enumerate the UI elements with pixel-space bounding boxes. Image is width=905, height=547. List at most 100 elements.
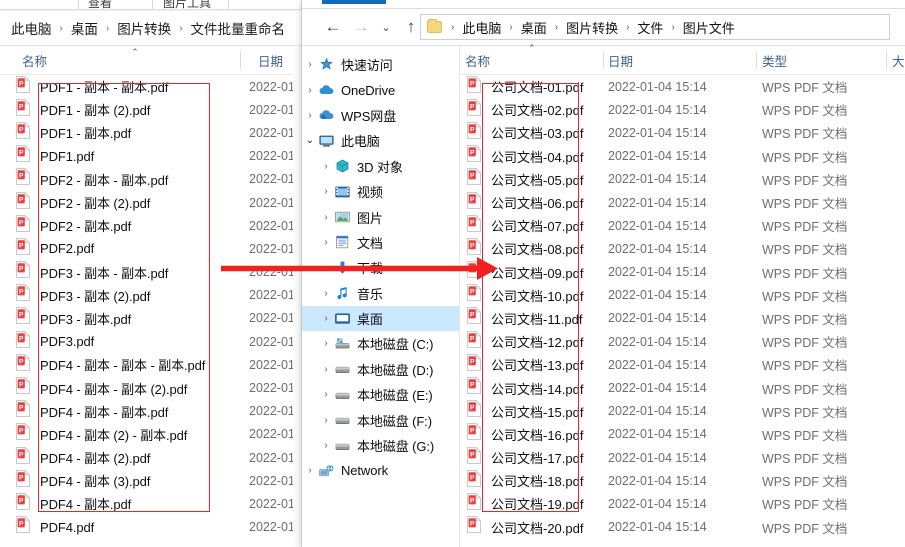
table-row[interactable]: P 公司文档-11.pdf 2022-01-04 15:14 WPS PDF 文档: [460, 307, 905, 330]
table-row[interactable]: P PDF4 - 副本 (3).pdf 2022-01: [0, 469, 302, 492]
chevron-right-icon[interactable]: ›: [302, 85, 318, 96]
left-column-divider[interactable]: [240, 51, 241, 69]
table-row[interactable]: P 公司文档-04.pdf 2022-01-04 15:14 WPS PDF 文档: [460, 144, 905, 168]
sidebar-item-i5[interactable]: › 视频: [302, 179, 460, 204]
table-row[interactable]: P PDF1 - 副本 - 副本.pdf 2022-01: [0, 75, 302, 98]
table-row[interactable]: P 公司文档-17.pdf 2022-01-04 15:14 WPS PDF 文档: [460, 446, 905, 469]
table-row[interactable]: P 公司文档-05.pdf 2022-01-04 15:14 WPS PDF 文档: [460, 167, 905, 191]
active-tab-accent[interactable]: [322, 0, 386, 4]
table-row[interactable]: P PDF1.pdf 2022-01: [0, 144, 302, 168]
table-row[interactable]: P PDF4 - 副本 - 副本 (2).pdf 2022-01: [0, 376, 302, 399]
sidebar-item-i6[interactable]: › 图片: [302, 204, 460, 229]
chevron-down-icon[interactable]: ⌄: [302, 135, 318, 146]
table-row[interactable]: P PDF2 - 副本 - 副本.pdf 2022-01: [0, 167, 302, 191]
right-column-divider-3[interactable]: [886, 51, 887, 69]
table-row[interactable]: P PDF3 - 副本 (2).pdf 2022-01: [0, 283, 302, 307]
table-row[interactable]: P PDF3.pdf 2022-01: [0, 330, 302, 353]
chevron-right-icon[interactable]: ›: [318, 364, 334, 375]
table-row[interactable]: P PDF4 - 副本 (2).pdf 2022-01: [0, 446, 302, 469]
table-row[interactable]: P 公司文档-14.pdf 2022-01-04 15:14 WPS PDF 文档: [460, 376, 905, 399]
left-breadcrumb-item-3[interactable]: 文件批量重命名: [190, 18, 287, 38]
chevron-right-icon[interactable]: ›: [318, 186, 334, 197]
chevron-right-icon[interactable]: ›: [318, 288, 334, 299]
back-icon[interactable]: ←: [320, 14, 346, 40]
left-breadcrumb-item-1[interactable]: 桌面: [70, 18, 99, 38]
sidebar-item-f[interactable]: › 本地磁盘 (F:): [302, 407, 460, 432]
table-row[interactable]: P 公司文档-10.pdf 2022-01-04 15:14 WPS PDF 文档: [460, 283, 905, 307]
table-row[interactable]: P 公司文档-20.pdf 2022-01-04 15:14 WPS PDF 文档: [460, 515, 905, 539]
table-row[interactable]: P 公司文档-15.pdf 2022-01-04 15:14 WPS PDF 文档: [460, 399, 905, 423]
table-row[interactable]: P PDF2 - 副本 (2).pdf 2022-01: [0, 191, 302, 214]
table-row[interactable]: P PDF3 - 副本 - 副本.pdf 2022-01: [0, 260, 302, 284]
right-breadcrumb-item-0[interactable]: 此电脑: [461, 18, 502, 37]
sidebar-item-g[interactable]: › 本地磁盘 (G:): [302, 433, 460, 458]
table-row[interactable]: P 公司文档-12.pdf 2022-01-04 15:14 WPS PDF 文档: [460, 330, 905, 353]
left-column-header-date[interactable]: 日期: [248, 46, 283, 74]
table-row[interactable]: P PDF4 - 副本 - 副本 - 副本.pdf 2022-01: [0, 353, 302, 376]
right-breadcrumb-item-1[interactable]: 桌面: [520, 18, 548, 37]
table-row[interactable]: P 公司文档-09.pdf 2022-01-04 15:14 WPS PDF 文档: [460, 260, 905, 284]
sidebar-item-i7[interactable]: › 文档: [302, 230, 460, 255]
navigation-tree[interactable]: › 快速访问 › OneDrive › WPS网盘 ⌄ 此电脑 › 3D 对象 › 视频 › 图片 › 文档 ›…: [302, 46, 460, 547]
left-column-header-name[interactable]: 名称: [12, 46, 47, 74]
chevron-right-icon[interactable]: ›: [318, 313, 334, 324]
chevron-right-icon[interactable]: ›: [318, 389, 334, 400]
sidebar-item-i0[interactable]: › 快速访问: [302, 52, 460, 77]
right-breadcrumb-item-4[interactable]: 图片文件: [682, 18, 736, 37]
left-breadcrumb-item-0[interactable]: 此电脑: [10, 18, 53, 38]
table-row[interactable]: P 公司文档-02.pdf 2022-01-04 15:14 WPS PDF 文档: [460, 98, 905, 121]
right-breadcrumb-item-3[interactable]: 文件: [636, 18, 664, 37]
table-row[interactable]: P PDF2 - 副本.pdf 2022-01: [0, 214, 302, 237]
table-row[interactable]: P 公司文档-13.pdf 2022-01-04 15:14 WPS PDF 文档: [460, 353, 905, 376]
table-row[interactable]: P 公司文档-08.pdf 2022-01-04 15:14 WPS PDF 文档: [460, 237, 905, 260]
table-row[interactable]: P PDF4 - 副本 - 副本.pdf 2022-01: [0, 399, 302, 423]
right-column-divider-1[interactable]: [603, 51, 604, 69]
right-column-header-type[interactable]: 类型: [762, 46, 787, 74]
right-column-header-size[interactable]: 大: [892, 46, 905, 74]
ribbon-ghost-picture-tools[interactable]: 图片工具: [163, 0, 211, 9]
address-bar[interactable]: › 此电脑 › 桌面 › 图片转换 › 文件 › 图片文件: [420, 14, 890, 40]
sidebar-item-c[interactable]: › 本地磁盘 (C:): [302, 331, 460, 356]
table-row[interactable]: P 公司文档-07.pdf 2022-01-04 15:14 WPS PDF 文档: [460, 214, 905, 237]
table-row[interactable]: P PDF4 - 副本.pdf 2022-01: [0, 492, 302, 515]
right-file-list[interactable]: P 公司文档-01.pdf 2022-01-04 15:14 WPS PDF 文档 P 公…: [460, 75, 905, 547]
sidebar-item-network[interactable]: › Network: [302, 458, 460, 483]
ribbon-ghost-view[interactable]: 查看: [88, 0, 112, 9]
right-column-header-name[interactable]: 名称: [465, 46, 490, 74]
left-breadcrumb-item-2[interactable]: 图片转换: [116, 18, 172, 38]
chevron-right-icon[interactable]: ›: [302, 110, 318, 121]
right-column-header-date[interactable]: 日期: [608, 46, 633, 74]
chevron-right-icon[interactable]: ›: [318, 212, 334, 223]
table-row[interactable]: P PDF4.pdf 2022-01: [0, 515, 302, 539]
chevron-right-icon[interactable]: ›: [318, 237, 334, 248]
sidebar-item-i8[interactable]: › 下载: [302, 255, 460, 280]
sidebar-item-e[interactable]: › 本地磁盘 (E:): [302, 382, 460, 407]
left-breadcrumb[interactable]: 此电脑 › 桌面 › 图片转换 › 文件批量重命名: [0, 11, 302, 45]
table-row[interactable]: P PDF4 - 副本 (2) - 副本.pdf 2022-01: [0, 422, 302, 446]
table-row[interactable]: P 公司文档-01.pdf 2022-01-04 15:14 WPS PDF 文档: [460, 75, 905, 98]
table-row[interactable]: P 公司文档-18.pdf 2022-01-04 15:14 WPS PDF 文档: [460, 469, 905, 492]
sidebar-item-3d[interactable]: › 3D 对象: [302, 154, 460, 179]
chevron-right-icon[interactable]: ›: [318, 262, 334, 273]
table-row[interactable]: P PDF1 - 副本 (2).pdf 2022-01: [0, 98, 302, 121]
forward-icon[interactable]: →: [348, 14, 374, 40]
table-row[interactable]: P 公司文档-19.pdf 2022-01-04 15:14 WPS PDF 文档: [460, 492, 905, 515]
sidebar-item-i10[interactable]: › 桌面: [302, 305, 460, 332]
chevron-down-icon[interactable]: ⌄: [376, 14, 396, 40]
table-row[interactable]: P 公司文档-03.pdf 2022-01-04 15:14 WPS PDF 文档: [460, 121, 905, 144]
sidebar-item-onedrive[interactable]: › OneDrive: [302, 77, 460, 102]
sidebar-item-i9[interactable]: › 音乐: [302, 281, 460, 306]
sidebar-item-i3[interactable]: ⌄ 此电脑: [302, 128, 460, 153]
sidebar-item-d[interactable]: › 本地磁盘 (D:): [302, 357, 460, 382]
chevron-right-icon[interactable]: ›: [318, 338, 334, 349]
table-row[interactable]: P PDF1 - 副本.pdf 2022-01: [0, 121, 302, 144]
chevron-right-icon[interactable]: ›: [302, 59, 318, 70]
table-row[interactable]: P PDF2.pdf 2022-01: [0, 237, 302, 260]
table-row[interactable]: P 公司文档-06.pdf 2022-01-04 15:14 WPS PDF 文档: [460, 191, 905, 214]
chevron-right-icon[interactable]: ›: [318, 440, 334, 451]
table-row[interactable]: P PDF3 - 副本.pdf 2022-01: [0, 307, 302, 330]
table-row[interactable]: P 公司文档-16.pdf 2022-01-04 15:14 WPS PDF 文档: [460, 422, 905, 446]
right-column-divider-2[interactable]: [756, 51, 757, 69]
chevron-right-icon[interactable]: ›: [302, 465, 318, 476]
sidebar-item-wps[interactable]: › WPS网盘: [302, 103, 460, 128]
